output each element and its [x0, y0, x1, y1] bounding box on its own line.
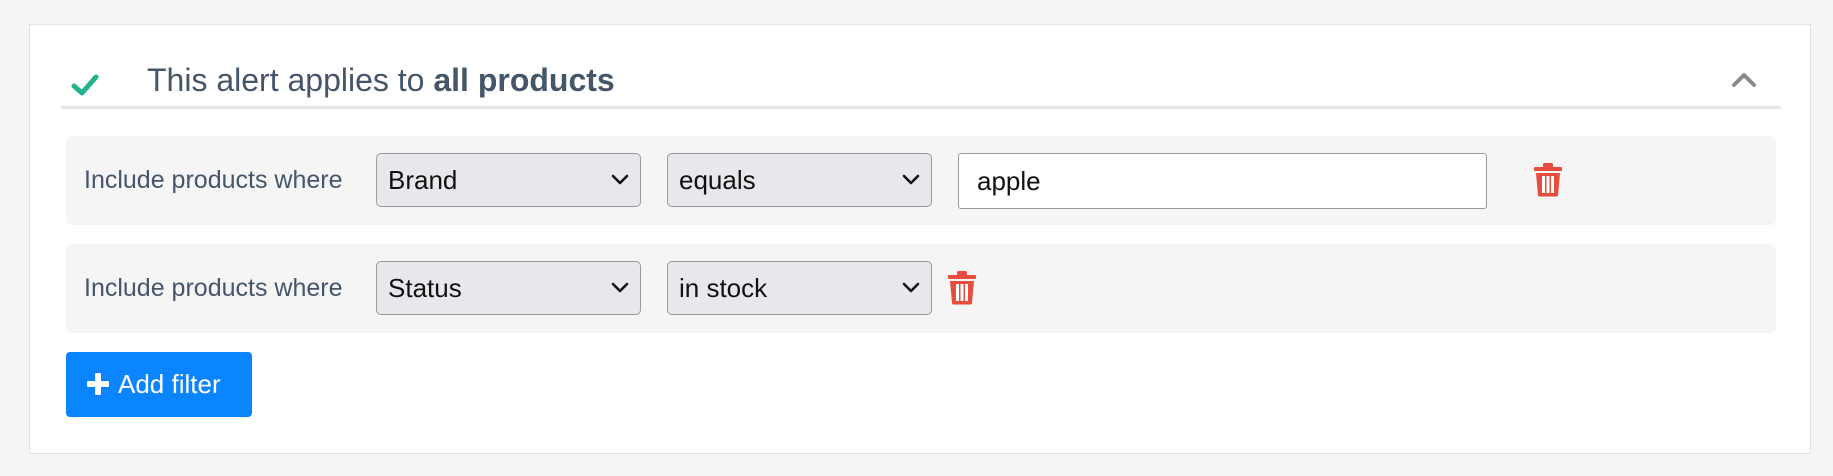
- chevron-down-icon: [902, 282, 920, 293]
- filter-field-value: Brand: [388, 165, 458, 195]
- filter-field-select[interactable]: Status: [376, 261, 641, 315]
- filter-row-label: Include products where: [84, 166, 343, 194]
- filter-row: Include products where Brand equals appl…: [66, 136, 1776, 225]
- plus-icon: [87, 373, 109, 395]
- filter-row: Include products where Status in stock: [66, 244, 1776, 333]
- filter-row-label: Include products where: [84, 274, 343, 302]
- chevron-down-icon: [902, 174, 920, 185]
- panel-header[interactable]: This alert applies to all products: [61, 47, 1781, 109]
- filter-operator-value: equals: [679, 165, 756, 195]
- check-icon: [71, 74, 99, 96]
- filter-value-text: apple: [977, 166, 1041, 196]
- trash-icon[interactable]: [1533, 162, 1563, 197]
- filter-value-input[interactable]: apple: [958, 153, 1487, 209]
- alert-scope-title: This alert applies to all products: [147, 55, 615, 105]
- chevron-down-icon: [611, 174, 629, 185]
- alert-scope-target: all products: [433, 62, 615, 98]
- filter-field-select[interactable]: Brand: [376, 153, 641, 207]
- chevron-up-icon[interactable]: [1731, 70, 1757, 88]
- trash-icon[interactable]: [947, 270, 977, 305]
- add-filter-button[interactable]: Add filter: [66, 352, 252, 417]
- filter-operator-select[interactable]: equals: [667, 153, 932, 207]
- filter-field-value: Status: [388, 273, 462, 303]
- filter-operator-select[interactable]: in stock: [667, 261, 932, 315]
- alert-scope-prefix: This alert applies to: [147, 62, 434, 98]
- alert-filter-panel: This alert applies to all products Inclu…: [29, 24, 1811, 454]
- chevron-down-icon: [611, 282, 629, 293]
- add-filter-label: Add filter: [118, 369, 221, 399]
- filter-operator-value: in stock: [679, 273, 768, 303]
